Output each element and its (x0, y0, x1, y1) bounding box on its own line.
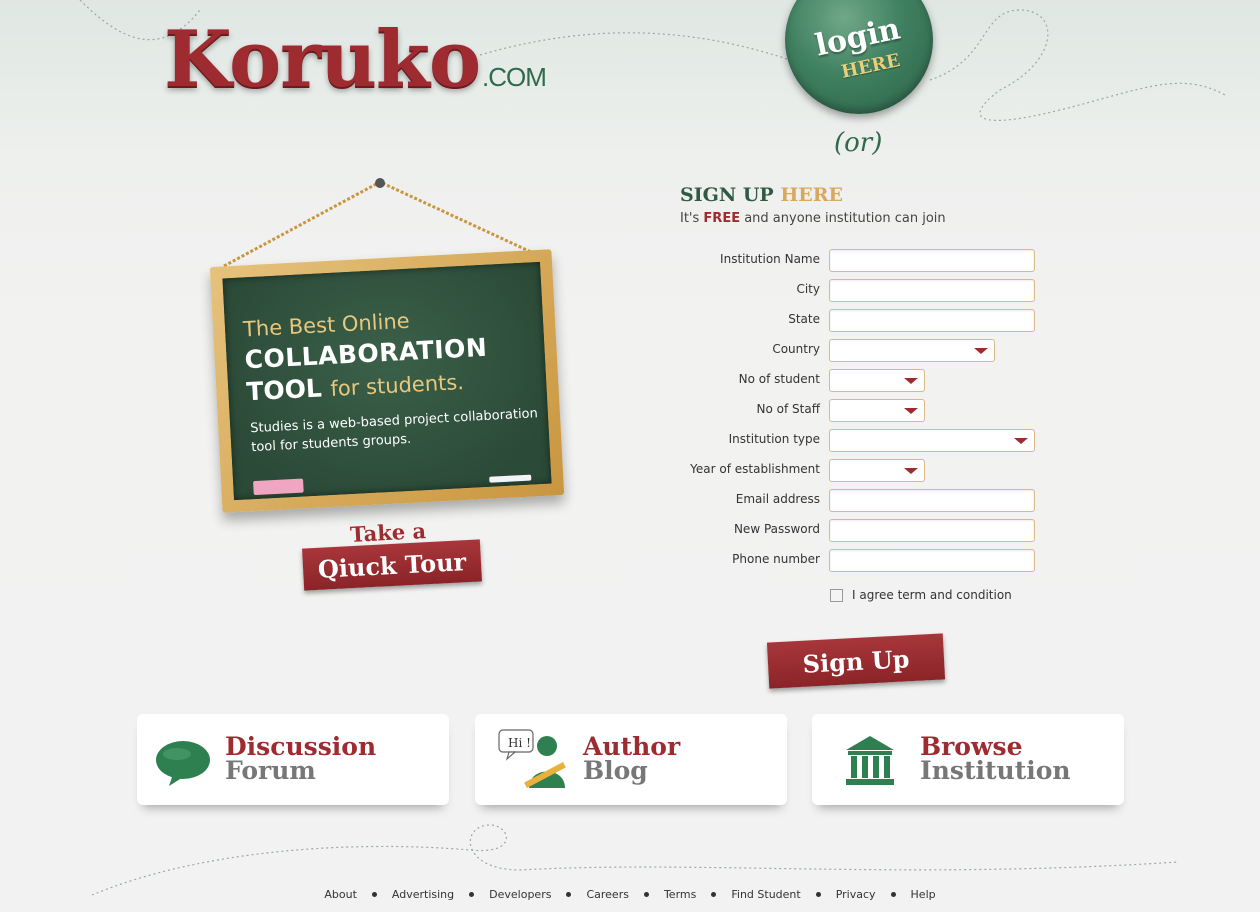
password-input[interactable] (829, 519, 1035, 542)
footer-link-terms[interactable]: Terms (660, 888, 700, 901)
chevron-down-icon (904, 408, 918, 414)
institution-building-icon (846, 736, 894, 785)
no-of-staff-select[interactable] (829, 399, 925, 422)
state-label: State (788, 312, 820, 326)
quick-tour-button[interactable]: Qiuck Tour (302, 539, 482, 591)
footer-links: About Advertising Developers Careers Ter… (0, 888, 1260, 901)
chevron-down-icon (904, 468, 918, 474)
chevron-down-icon (1014, 438, 1028, 444)
footer-separator (566, 892, 572, 897)
country-label: Country (772, 342, 820, 356)
browse-institution-card[interactable]: Browse Institution (812, 714, 1124, 805)
signup-title: SIGN UP HERE (680, 184, 843, 206)
phone-label: Phone number (732, 552, 820, 566)
signup-title-accent: HERE (780, 184, 844, 206)
author-blog-card[interactable]: Hi ! Author Blog (475, 714, 787, 805)
year-of-establishment-label: Year of establishment (690, 462, 820, 476)
institution-type-select[interactable] (829, 429, 1035, 452)
no-of-student-label: No of student (738, 372, 820, 386)
city-label: City (796, 282, 820, 296)
signup-subtitle: It's FREE and anyone institution can joi… (680, 211, 946, 226)
footer-link-help[interactable]: Help (907, 888, 940, 901)
institution-name-input[interactable] (829, 249, 1035, 272)
card-title-2: Forum (225, 756, 316, 785)
sign-up-button[interactable]: Sign Up (766, 633, 946, 689)
hi-bubble-text: Hi ! (508, 736, 531, 750)
chalkboard: The Best Online COLLABORATION TOOL for s… (209, 249, 565, 513)
chevron-down-icon (904, 378, 918, 384)
logo-word: Koruko (164, 14, 481, 105)
card-title-2: Institution (920, 756, 1071, 785)
no-of-student-select[interactable] (829, 369, 925, 392)
footer-separator (469, 892, 475, 897)
footer-link-developers[interactable]: Developers (485, 888, 555, 901)
or-separator: (or) (834, 128, 883, 158)
year-of-establishment-select[interactable] (829, 459, 925, 482)
footer-link-about[interactable]: About (320, 888, 361, 901)
email-input[interactable] (829, 489, 1035, 512)
discussion-forum-card[interactable]: Discussion Forum (137, 714, 449, 805)
email-label: Email address (735, 492, 820, 506)
chevron-down-icon (974, 348, 988, 354)
footer-separator (815, 892, 821, 897)
login-button[interactable]: login HERE (785, 0, 933, 114)
signup-title-main: SIGN UP (680, 184, 774, 206)
signup-sub-suffix: and anyone institution can join (744, 211, 946, 226)
speech-bubble-icon (156, 741, 210, 786)
footer-link-advertising[interactable]: Advertising (388, 888, 458, 901)
pink-chalk (253, 478, 304, 496)
card-title-2: Blog (583, 756, 648, 785)
logo-tld: .COM (481, 62, 547, 92)
no-of-staff-label: No of Staff (756, 402, 820, 416)
footer-link-find-student[interactable]: Find Student (727, 888, 804, 901)
state-input[interactable] (829, 309, 1035, 332)
password-label: New Password (733, 522, 820, 536)
phone-input[interactable] (829, 549, 1035, 572)
footer-link-privacy[interactable]: Privacy (832, 888, 880, 901)
footer-separator (371, 892, 377, 897)
institution-name-label: Institution Name (720, 252, 820, 266)
board-line1: The Best Online (242, 308, 411, 342)
board-line3-bold: TOOL (245, 373, 323, 407)
footer-separator (643, 892, 649, 897)
institution-type-label: Institution type (728, 432, 820, 446)
signup-sub-prefix: It's (680, 211, 700, 226)
white-chalk (489, 474, 532, 483)
footer-separator (711, 892, 717, 897)
agree-checkbox[interactable] (830, 589, 843, 602)
signup-sub-free: FREE (703, 211, 741, 226)
site-logo[interactable]: Koruko.COM (164, 14, 547, 105)
board-line3-rest: for students. (329, 369, 465, 401)
footer-separator (890, 892, 896, 897)
agree-label: I agree term and condition (852, 588, 1012, 602)
city-input[interactable] (829, 279, 1035, 302)
board-description: Studies is a web-based project collabora… (249, 406, 539, 456)
country-select[interactable] (829, 339, 995, 362)
footer-link-careers[interactable]: Careers (582, 888, 633, 901)
